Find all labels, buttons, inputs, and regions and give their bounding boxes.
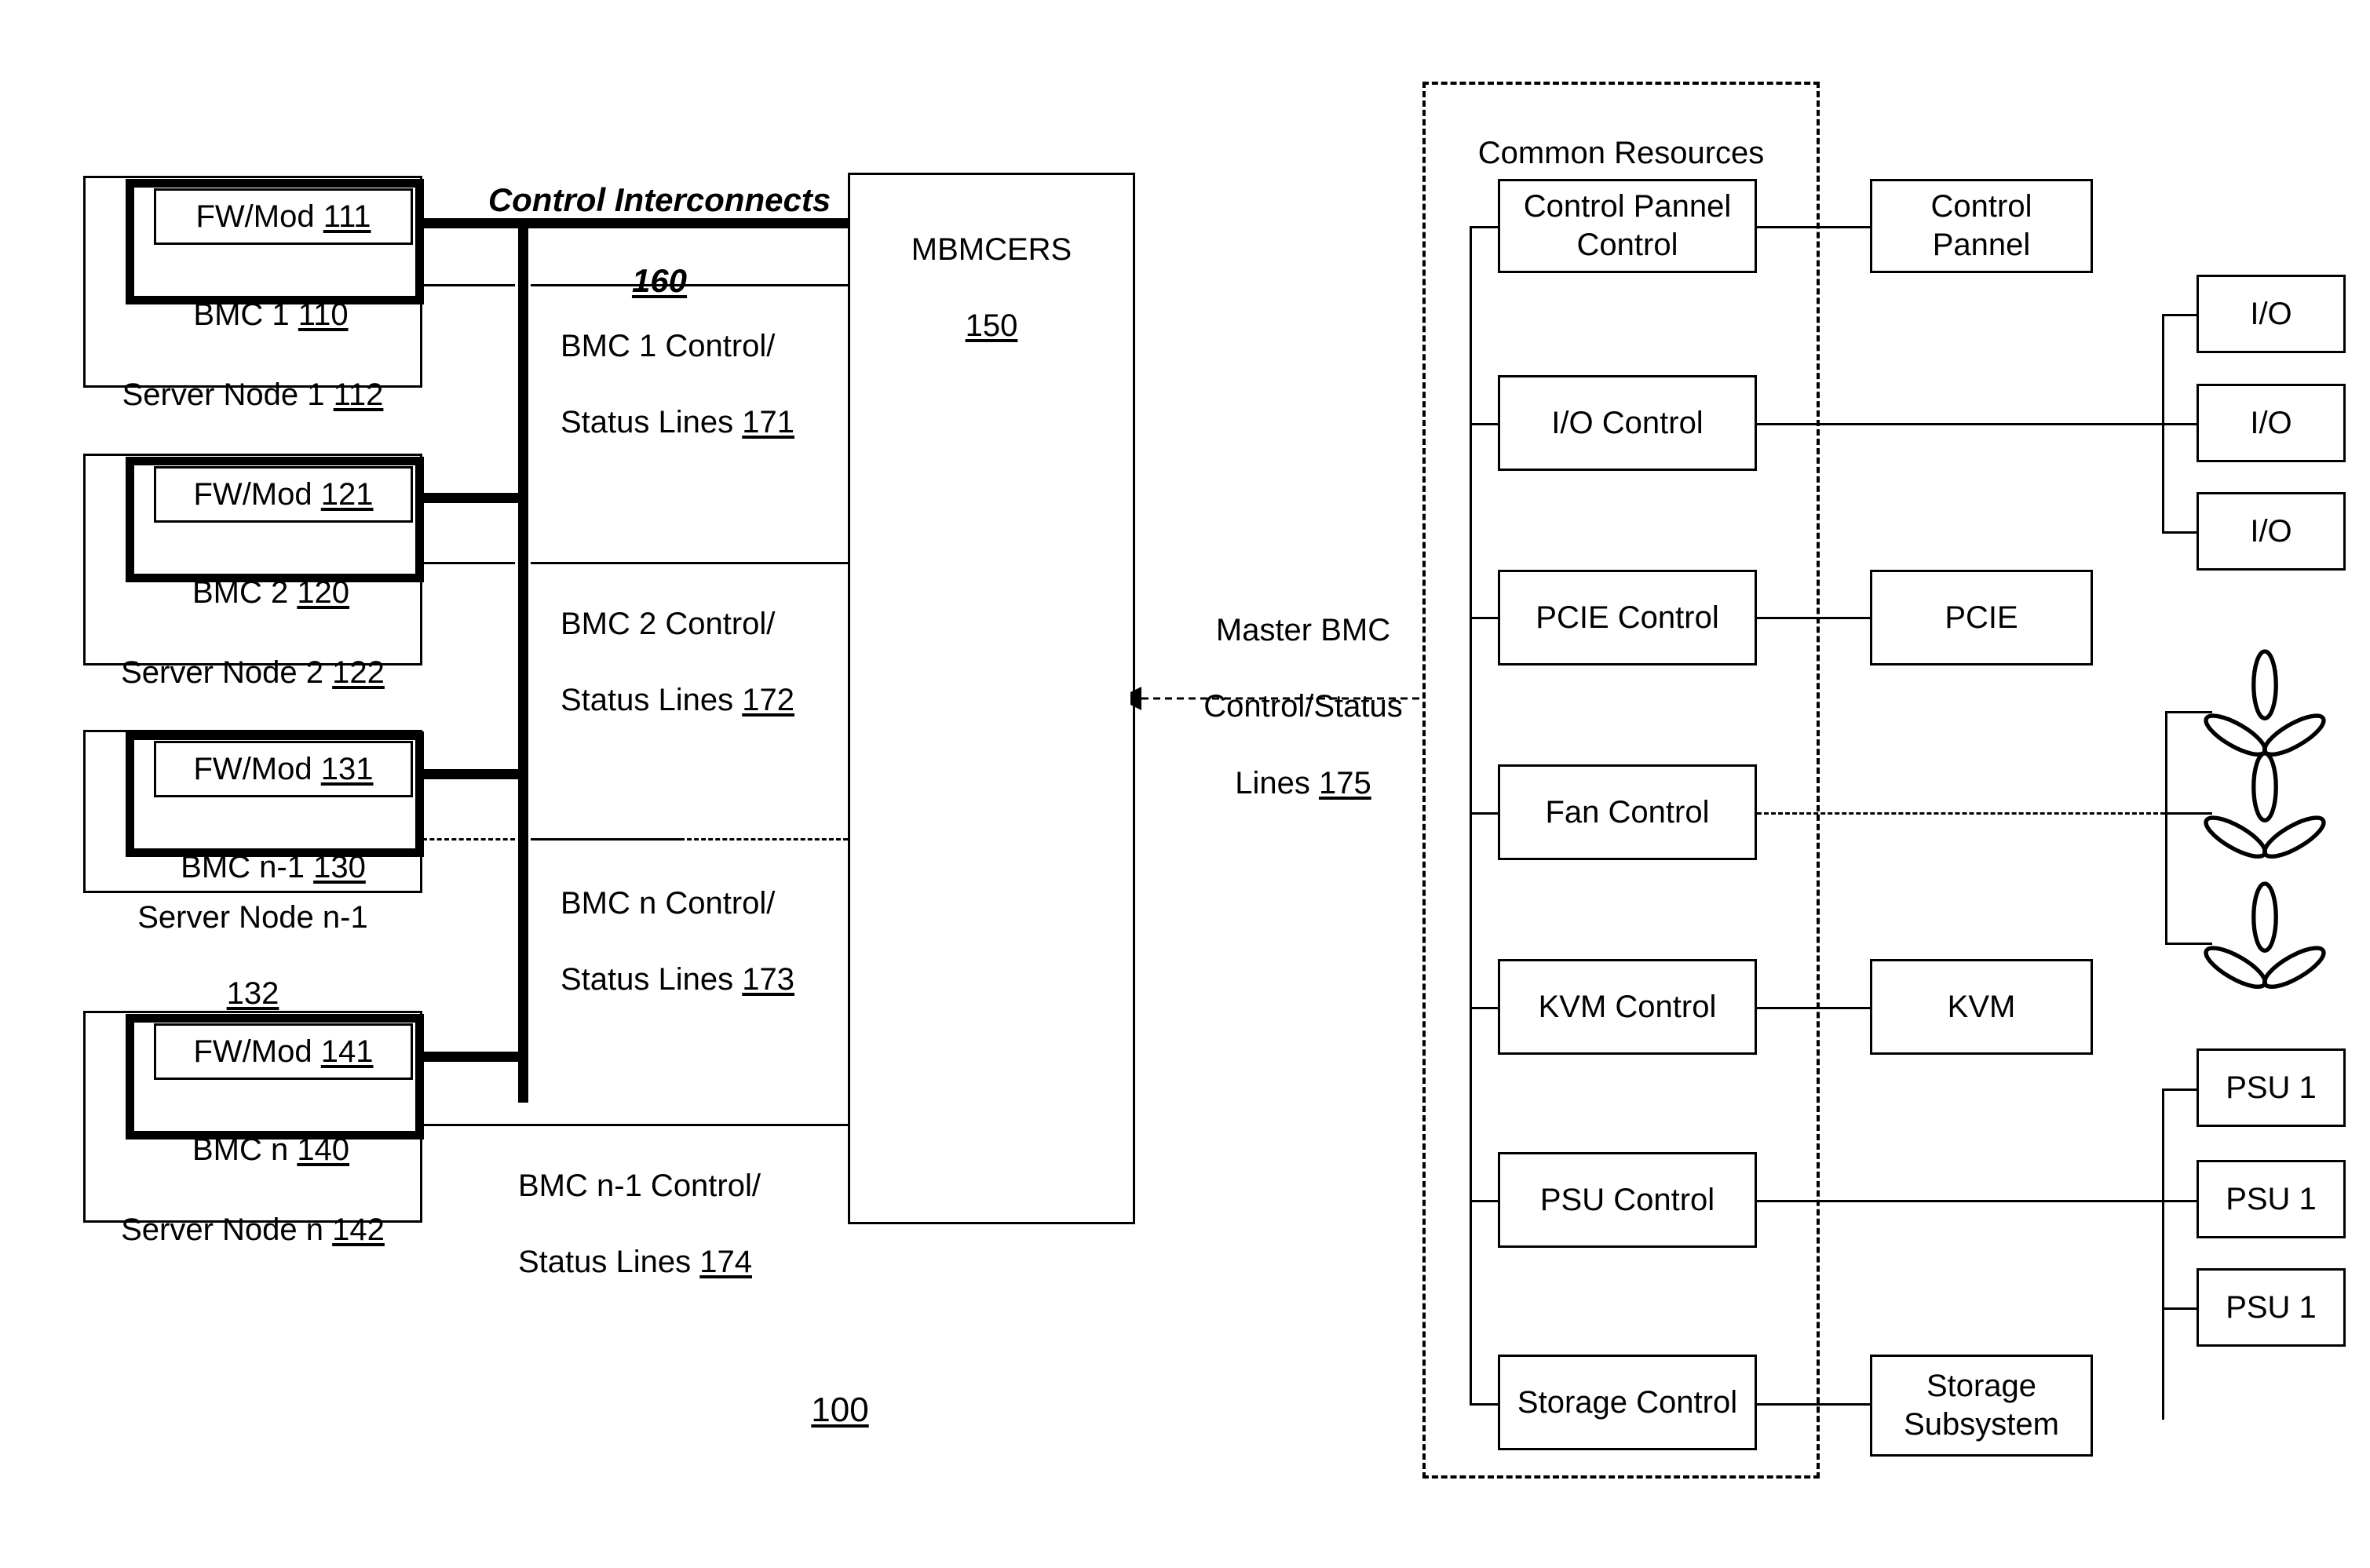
storage-control-label: Storage Control xyxy=(1517,1384,1738,1420)
control-interconnect-branch-n xyxy=(419,1052,523,1062)
link-io-control xyxy=(1757,423,2162,425)
crc-stub-6 xyxy=(1470,1200,1501,1202)
figure-canvas: Control Interconnects 160 FW/Mod 111 BMC… xyxy=(0,0,2370,1568)
link-psu xyxy=(1757,1200,2162,1202)
psu-device-2-label: PSU 1 xyxy=(2226,1181,2317,1216)
crc-stub-1 xyxy=(1470,226,1501,228)
fw-mod-131-label: FW/Mod 131 xyxy=(193,751,374,786)
bmc-n-label: BMC n 140 xyxy=(192,1132,350,1167)
fan-icon xyxy=(2204,751,2326,859)
control-pannel-device-label: Control Pannel xyxy=(1930,189,2032,262)
storage-device-label: Storage Subsystem xyxy=(1904,1369,2059,1442)
kvm-device-label: KVM xyxy=(1947,989,2016,1024)
crc-stub-5 xyxy=(1470,1007,1501,1009)
io-control-label: I/O Control xyxy=(1551,405,1704,440)
pcie-control-label: PCIE Control xyxy=(1536,600,1719,635)
crc-internal-rail xyxy=(1470,226,1472,1405)
control-interconnects-label: Control Interconnects xyxy=(488,181,831,219)
crc-stub-4 xyxy=(1470,812,1501,815)
mbmcers-box: MBMCERS 150 xyxy=(848,173,1135,1224)
crc-stub-2 xyxy=(1470,423,1501,425)
pcie-device-box: PCIE xyxy=(1870,570,2093,665)
bmc-1-label: BMC 1 110 xyxy=(193,297,349,332)
bmc-2-label: BMC 2 120 xyxy=(192,574,350,610)
bmc-n-status-line-left xyxy=(422,838,515,841)
psu-device-3-label: PSU 1 xyxy=(2226,1289,2317,1325)
psu-fanout-rail xyxy=(2162,1088,2164,1420)
io-device-3-label: I/O xyxy=(2250,513,2292,549)
bmc-n-1-status-line xyxy=(422,1124,848,1126)
fw-mod-141-label: FW/Mod 141 xyxy=(193,1034,374,1069)
psu-control-box[interactable]: PSU Control xyxy=(1498,1152,1757,1248)
kvm-control-box[interactable]: KVM Control xyxy=(1498,959,1757,1055)
control-interconnect-trunk xyxy=(419,218,848,228)
mbmcers-ref: 150 xyxy=(965,308,1018,344)
link-storage xyxy=(1757,1403,1870,1406)
crc-stub-7 xyxy=(1470,1403,1501,1406)
bmc-n-status-lines-label: BMC n Control/ Status Lines 173 xyxy=(561,885,795,997)
bmc-2-status-line-right xyxy=(531,562,848,564)
control-interconnect-branch-n-1 xyxy=(419,769,523,779)
psu-device-2: PSU 1 xyxy=(2197,1160,2346,1238)
crc-stub-3 xyxy=(1470,617,1501,619)
bmc-1-status-line-right xyxy=(531,284,848,286)
fw-mod-111-label: FW/Mod 111 xyxy=(195,199,371,234)
io-device-3: I/O xyxy=(2197,492,2346,571)
link-control-pannel xyxy=(1757,226,1870,228)
link-kvm xyxy=(1757,1007,1870,1009)
io-device-1-label: I/O xyxy=(2250,296,2292,331)
bmc-n-status-line-mid xyxy=(531,838,680,841)
server-node-2-label: Server Node 2 122 xyxy=(121,655,385,690)
control-interconnect-branch-2 xyxy=(419,493,523,503)
bmc-n-1-status-lines-label: BMC n-1 Control/ Status Lines 174 xyxy=(518,1168,761,1280)
io-stub-3 xyxy=(2162,531,2197,534)
server-node-n-1-label: Server Node n-1 132 xyxy=(137,899,368,1012)
storage-control-box[interactable]: Storage Control xyxy=(1498,1355,1757,1450)
bmc-1-status-lines-label: BMC 1 Control/ Status Lines 171 xyxy=(561,328,795,440)
mbmcers-text: MBMCERS 150 xyxy=(850,192,1133,345)
link-fan-dashed xyxy=(1757,812,2165,815)
server-node-1-label: Server Node 1 112 xyxy=(122,377,384,412)
io-device-2: I/O xyxy=(2197,384,2346,462)
bmc-2-status-line-left xyxy=(422,562,515,564)
fan-icon xyxy=(2204,881,2326,989)
psu-stub-1 xyxy=(2162,1088,2197,1091)
psu-device-1-label: PSU 1 xyxy=(2226,1070,2317,1105)
kvm-device-box: KVM xyxy=(1870,959,2093,1055)
bmc-2-status-lines-label: BMC 2 Control/ Status Lines 172 xyxy=(561,606,795,718)
control-pannel-control-label: Control Pannel Control xyxy=(1523,189,1732,262)
fw-mod-121-box: FW/Mod 121 xyxy=(154,466,413,523)
link-pcie xyxy=(1757,617,1870,619)
io-stub-2 xyxy=(2162,423,2197,425)
control-pannel-device-box: Control Pannel xyxy=(1870,179,2093,273)
fw-mod-111-box: FW/Mod 111 xyxy=(154,188,413,245)
fan-fanout-rail xyxy=(2165,711,2167,945)
bmc-1-status-line-left xyxy=(422,284,515,286)
server-node-n-label: Server Node n 142 xyxy=(121,1212,385,1247)
pcie-control-box[interactable]: PCIE Control xyxy=(1498,570,1757,665)
bmc-n-status-line-right xyxy=(680,838,848,841)
psu-device-3: PSU 1 xyxy=(2197,1268,2346,1347)
control-interconnect-spine xyxy=(518,222,528,1103)
control-pannel-control-box[interactable]: Control Pannel Control xyxy=(1498,179,1757,273)
psu-stub-3 xyxy=(2162,1307,2197,1310)
psu-control-label: PSU Control xyxy=(1539,1182,1715,1217)
io-device-1: I/O xyxy=(2197,275,2346,353)
io-control-box[interactable]: I/O Control xyxy=(1498,375,1757,471)
kvm-control-label: KVM Control xyxy=(1538,989,1717,1024)
io-stub-1 xyxy=(2162,314,2197,316)
io-device-2-label: I/O xyxy=(2250,405,2292,440)
mbmcers-label: MBMCERS xyxy=(911,232,1072,267)
fw-mod-121-label: FW/Mod 121 xyxy=(193,476,374,512)
fw-mod-141-box: FW/Mod 141 xyxy=(154,1023,413,1080)
fan-control-box[interactable]: Fan Control xyxy=(1498,764,1757,860)
figure-number: 100 xyxy=(811,1391,869,1429)
storage-device-box: Storage Subsystem xyxy=(1870,1355,2093,1457)
fan-control-label: Fan Control xyxy=(1545,794,1710,830)
fw-mod-131-box: FW/Mod 131 xyxy=(154,741,413,797)
psu-device-1: PSU 1 xyxy=(2197,1048,2346,1127)
pcie-device-label: PCIE xyxy=(1945,600,2018,635)
psu-stub-2 xyxy=(2162,1200,2197,1202)
